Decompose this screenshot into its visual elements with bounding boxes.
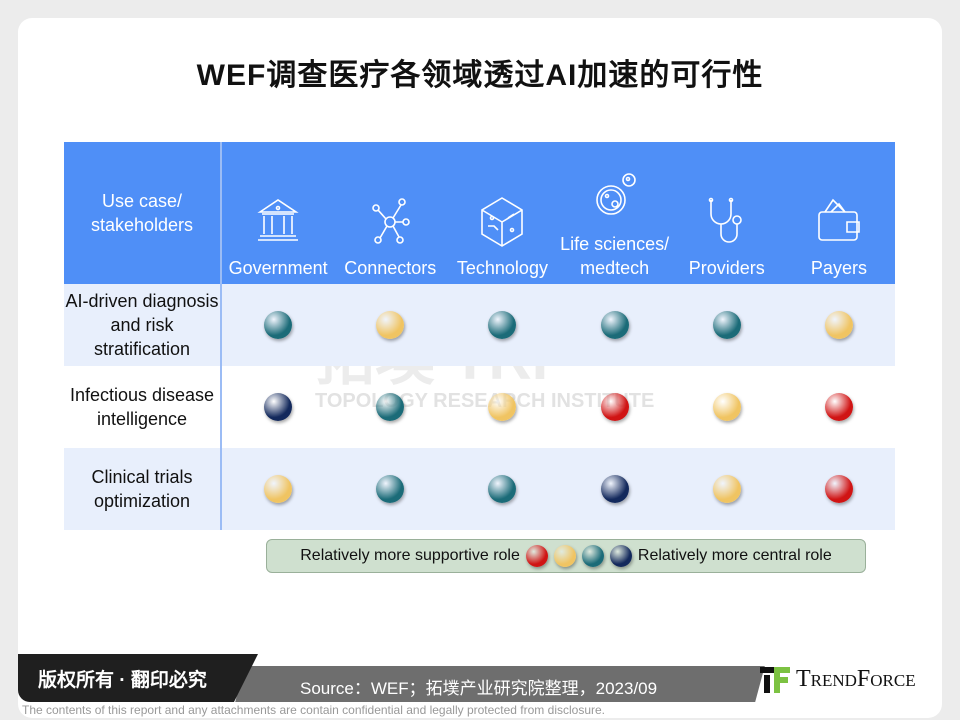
table-cell [671,366,783,448]
role-dot-navy [264,393,293,421]
role-dot-teal [264,311,293,339]
table-row: Clinical trials optimization [64,448,895,530]
table-cell [671,448,783,530]
table-header: Use case/ stakeholders Government Connect… [64,142,895,284]
legend-right-label: Relatively more central role [637,547,832,564]
column-header-life-sciences-medtech: Life sciences/ medtech [559,142,671,284]
row-label: Clinical trials optimization [64,448,222,530]
trendforce-logo-icon [760,666,790,693]
table-cell [783,366,895,448]
disclaimer: The contents of this report and any atta… [22,703,605,717]
row-label: Infectious disease intelligence [64,366,222,448]
role-dot-yellow [488,393,517,421]
role-dot-teal [712,311,741,339]
legend-dot-navy [609,545,632,567]
role-dot-teal [600,311,629,339]
role-dot-red [824,393,853,421]
role-dot-yellow [712,475,741,503]
role-dot-teal [488,475,517,503]
legend-dot-red [525,545,548,567]
trendforce-logo: TrendForce [760,666,916,693]
role-dot-teal [376,475,405,503]
legend-left-label: Relatively more supportive role [300,547,520,564]
table-cell [783,284,895,366]
table-cell [334,284,446,366]
copyright-badge: 版权所有 · 翻印必究 [18,654,258,702]
role-dot-yellow [264,475,293,503]
table-cell [334,448,446,530]
circuit-cube-icon [481,197,524,247]
table-cell [559,366,671,448]
government-building-icon [257,199,299,241]
role-dot-yellow [712,393,741,421]
column-header-connectors: Connectors [334,142,446,284]
table-cell [559,284,671,366]
column-header-providers: Providers [671,142,783,284]
table-cell [446,448,558,530]
table-cell [222,448,334,530]
role-dot-teal [376,393,405,421]
table-cell [446,366,558,448]
table-cell [559,448,671,530]
row-label: AI-driven diagnosis and risk stratificat… [64,284,222,366]
page-title: WEF调查医疗各领域透过AI加速的可行性 [196,59,764,92]
table-row: AI-driven diagnosis and risk stratificat… [64,284,895,366]
table-cell [222,366,334,448]
network-nodes-icon [372,198,411,244]
role-dot-yellow [376,311,405,339]
wallet-icon [818,198,860,241]
legend-dot-teal [581,545,604,567]
feasibility-table: Use case/ stakeholders Government Connect… [64,142,895,530]
role-dot-red [600,393,629,421]
table-cell [783,448,895,530]
table-row: Infectious disease intelligence [64,366,895,448]
table-cell [446,284,558,366]
column-header-government: Government [222,142,334,284]
role-dot-red [824,475,853,503]
legend: Relatively more supportive role Relative… [266,539,866,573]
stethoscope-icon [708,197,742,243]
table-cell [671,284,783,366]
corner-header: Use case/ stakeholders [64,142,222,284]
source-text: Source：WEF；拓墣产业研究院整理，2023/09 [300,679,658,698]
role-dot-teal [488,311,517,339]
cell-microbe-icon [595,173,636,215]
column-header-payers: Payers [783,142,895,284]
column-header-technology: Technology [446,142,558,284]
role-dot-yellow [824,311,853,339]
role-dot-navy [600,475,629,503]
legend-dot-yellow [553,545,576,567]
table-cell [222,284,334,366]
table-cell [334,366,446,448]
